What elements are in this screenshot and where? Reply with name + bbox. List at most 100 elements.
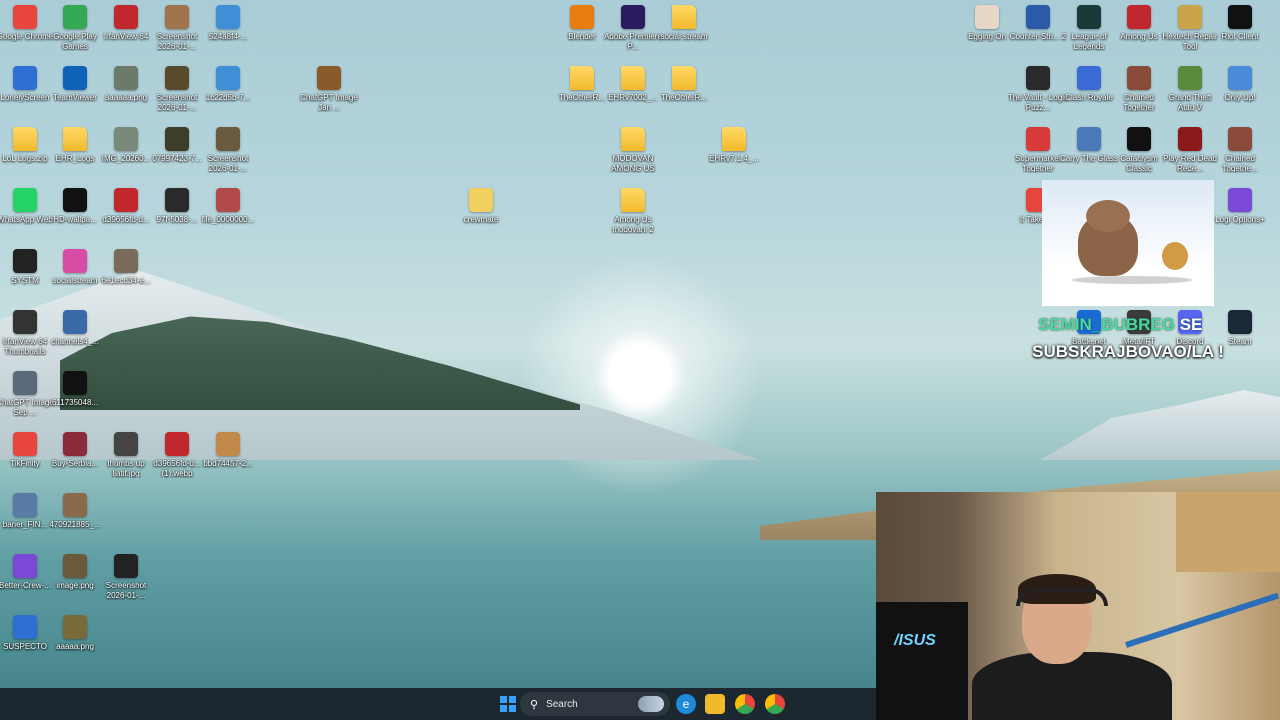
desktop-icon[interactable]: Screenshot 2026-01-... (152, 5, 202, 63)
desktop-icon[interactable]: Buy-Serbia... (50, 432, 100, 490)
desktop-icon[interactable]: Clash Royale (1064, 66, 1114, 124)
edge-icon[interactable]: e (676, 694, 696, 714)
desktop-icon-label: 470921885_... (49, 520, 101, 529)
taskbar-search-box[interactable]: ⚲ Search (520, 692, 670, 716)
desktop-icon[interactable]: bbd74457-2... (203, 432, 253, 490)
image-file-icon (114, 554, 138, 578)
image-file-icon (114, 249, 138, 273)
desktop-icon[interactable]: IrfanView 64 Thumbnails (0, 310, 50, 368)
desktop-icon[interactable]: file_0000000... (202, 188, 254, 246)
socialstream-icon (63, 249, 87, 273)
webcam-cabinet (1176, 492, 1280, 572)
desktop-icon[interactable]: ChatGPT Image Sep ... (0, 371, 54, 429)
desktop-icon[interactable]: LonelyScreen (0, 66, 50, 124)
desktop-icon[interactable]: Hextech Repair Tool (1162, 5, 1218, 63)
desktop-icon[interactable]: 1c22d5b-7... (203, 66, 253, 124)
desktop-icon[interactable]: Chained Together (1114, 66, 1164, 124)
teamviewer-icon (63, 66, 87, 90)
webcam-monitor-logo: /ISUS (894, 632, 936, 649)
webcam-monitor (876, 602, 968, 720)
desktop-icon[interactable]: image.png (50, 554, 100, 612)
desktop-icon[interactable]: thumbs up ljatif.jpg (101, 432, 151, 490)
folder-icon (672, 5, 696, 29)
desktop-icon[interactable]: LoL Logs.zip (0, 127, 50, 185)
alert-username-suffix: SE (1179, 315, 1203, 334)
desktop-icon-label: crewmate (463, 215, 499, 224)
desktop-icon[interactable]: Play Red Dead Rede... (1163, 127, 1217, 185)
image-file-icon (63, 310, 87, 334)
desktop-icon[interactable]: social stream (659, 5, 709, 63)
alert-message: SUBSKRAJBOVAO/LA ! (1032, 342, 1224, 361)
desktop-icon[interactable]: aaaaaa.png (101, 66, 151, 124)
search-highlight-icon (638, 696, 664, 712)
desktop-icon[interactable]: Only Up! (1215, 66, 1265, 124)
desktop-icon[interactable]: Counter-Stri... 2 (1010, 5, 1066, 63)
desktop-icon[interactable]: SUSPECTO (0, 615, 50, 673)
desktop-icon[interactable]: IMG_20260... (101, 127, 151, 185)
image-file-icon (216, 5, 240, 29)
desktop-icon[interactable]: 470921885_... (49, 493, 101, 551)
image-file-icon (165, 5, 189, 29)
desktop-icon[interactable]: IrfanView 64 (101, 5, 151, 63)
desktop-icon[interactable]: Better-Crew-... (0, 554, 51, 612)
desktop-icon[interactable]: 6e1ecd34-e... (101, 249, 151, 307)
desktop-icon[interactable]: TheOtherR... (659, 66, 709, 124)
chrome-icon[interactable] (735, 694, 755, 714)
desktop-icon[interactable]: d39656fd-d... (1).webp (152, 432, 202, 490)
desktop-icon[interactable]: Adobe Premiere P... (604, 5, 662, 63)
desktop-icon[interactable]: Google Play Games (50, 5, 100, 63)
desktop-icon[interactable]: TikFinity (0, 432, 50, 490)
desktop-icon[interactable]: Among Us (1114, 5, 1164, 63)
desktop-icon[interactable]: 97f-5038-... (152, 188, 202, 246)
desktop-icon[interactable]: Screenshot 2026-01-... (101, 554, 151, 612)
desktop-icon[interactable]: EHR_Logs (50, 127, 100, 185)
desktop-icon[interactable]: HD-wallpa... (50, 188, 100, 246)
desktop-icon[interactable]: 611735048... (50, 371, 100, 429)
desktop-icon[interactable]: SYSTM (0, 249, 50, 307)
desktop-icon[interactable]: Supermarket Together (1013, 127, 1063, 185)
better-crewlink-icon (13, 554, 37, 578)
desktop-icon[interactable]: Egging On (962, 5, 1012, 63)
desktop-icon[interactable]: ChatGPT Image Jan ... (300, 66, 358, 124)
desktop-icon[interactable]: Cataclysm Classic (1114, 127, 1164, 185)
desktop-icon-label: Only Up! (1224, 93, 1256, 102)
desktop-icon[interactable]: aaaaa.png (50, 615, 100, 673)
desktop-icon-label: bbd74457-2... (203, 459, 253, 468)
desktop-icon[interactable]: baner_FIN... (0, 493, 50, 551)
desktop-icon[interactable]: Logi Options+ (1215, 188, 1265, 246)
desktop-icon[interactable]: Grand Theft Auto V (1165, 66, 1215, 124)
chrome-alt-icon[interactable] (765, 694, 785, 714)
desktop-icon[interactable]: socialstream (50, 249, 100, 307)
desktop-icon[interactable]: League of Legends (1064, 5, 1114, 63)
desktop-icon[interactable]: Among Us modovani 2 (608, 188, 658, 246)
premiere-icon (621, 5, 645, 29)
desktop-icon[interactable]: The Vault - Logic Puzz... (1008, 66, 1068, 124)
desktop-icon[interactable]: d39656fd-d... (101, 188, 151, 246)
suspecto-icon (13, 615, 37, 639)
desktop-icon[interactable]: Google Chrome (0, 5, 53, 63)
desktop-icon[interactable]: EHRv7.1.4_... (709, 127, 759, 185)
desktop-icon[interactable]: crewmate (456, 188, 506, 246)
desktop-icon[interactable]: MODOVAN AMONG US (608, 127, 658, 185)
desktop-icon[interactable]: WhatsApp Web (0, 188, 53, 246)
desktop-icon[interactable]: Chained Togethe... (1215, 127, 1265, 185)
desktop-icon[interactable]: Screenshot 2026-01-... (203, 127, 253, 185)
folder-icon (63, 127, 87, 151)
desktop-icon[interactable]: Blender (557, 5, 607, 63)
alert-shadow (1072, 276, 1192, 284)
windows-start-icon[interactable] (498, 694, 518, 714)
image-file-icon (317, 66, 341, 90)
desktop-icon[interactable]: 524a8f4-... (203, 5, 253, 63)
desktop-icon[interactable]: Carry The Glass (1060, 127, 1118, 185)
desktop-icon[interactable]: TheOtherR... (557, 66, 607, 124)
desktop-icon[interactable]: channels4_... (50, 310, 100, 368)
game-icon (1228, 127, 1252, 151)
steam-icon (1228, 310, 1252, 334)
desktop-icon[interactable]: Screenshot 2026-01-... (152, 66, 202, 124)
file-explorer-icon[interactable] (705, 694, 725, 714)
desktop-icon[interactable]: EHRv7002_... (608, 66, 658, 124)
image-file-icon (63, 554, 87, 578)
desktop-icon[interactable]: Riot Client (1215, 5, 1265, 63)
desktop-icon[interactable]: 07997423-7... (152, 127, 202, 185)
desktop-icon[interactable]: TeamViewer (50, 66, 100, 124)
